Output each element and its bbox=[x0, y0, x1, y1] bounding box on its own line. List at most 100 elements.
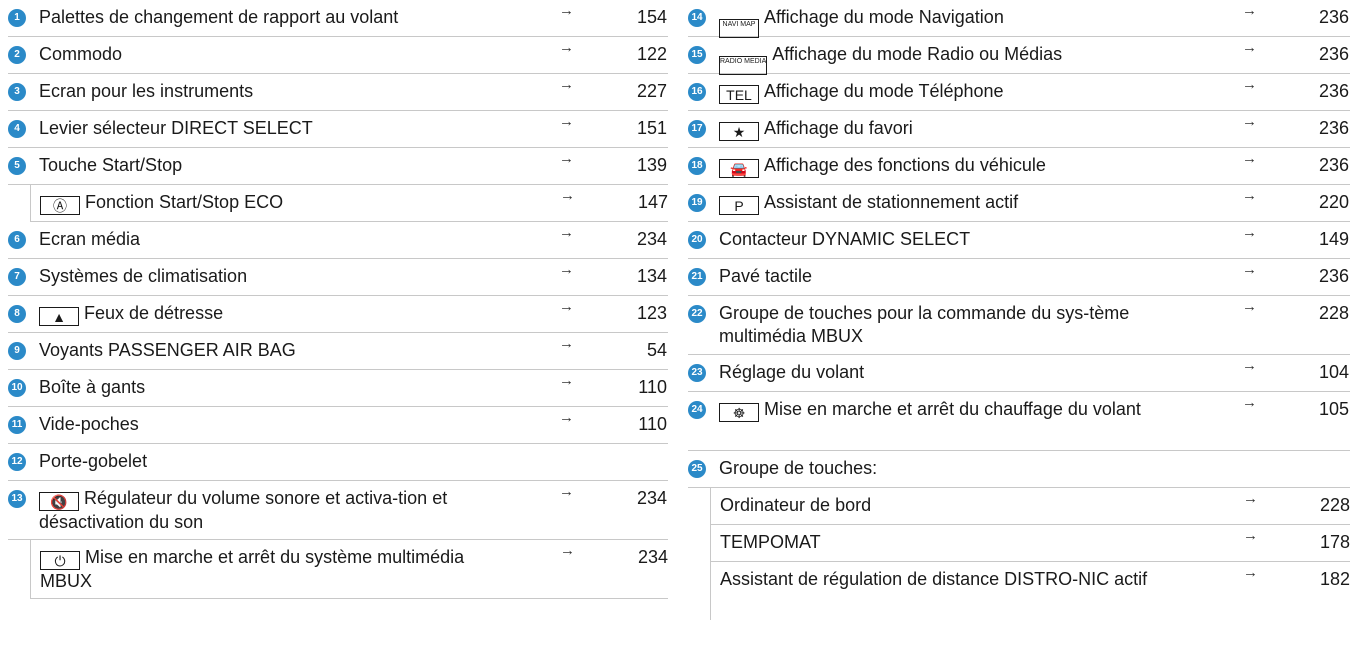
page-reference[interactable]: 110 bbox=[627, 413, 667, 436]
favorite-star-icon: ★ bbox=[719, 122, 759, 141]
radio-media-icon: RADIO MEDIA bbox=[719, 56, 768, 75]
index-row-13-sub: ⏻ Mise en marche et arrêt du système mult… bbox=[30, 540, 668, 599]
page-reference[interactable]: 122 bbox=[627, 43, 667, 66]
callout-number: 8 bbox=[8, 305, 26, 323]
index-row-23: 23 Réglage du volant → 104 bbox=[688, 355, 1350, 392]
page-reference[interactable]: 228 bbox=[1310, 494, 1350, 517]
page-reference[interactable]: 139 bbox=[627, 154, 667, 177]
index-label: TEMPOMAT bbox=[720, 532, 821, 552]
page-reference[interactable]: 182 bbox=[1310, 568, 1350, 591]
callout-number: 3 bbox=[8, 83, 26, 101]
index-row-16: 16 TEL Affichage du mode Téléphone → 236 bbox=[688, 74, 1350, 111]
page-reference[interactable]: 110 bbox=[627, 376, 667, 399]
index-row-25-sub-1: Ordinateur de bord → 228 bbox=[710, 488, 1350, 525]
index-row-10: 10 Boîte à gants → 110 bbox=[8, 370, 668, 407]
page-reference[interactable]: 234 bbox=[627, 487, 667, 510]
index-row-9: 9 Voyants PASSENGER AIR BAG → 54 bbox=[8, 333, 668, 370]
index-label: Vide-poches bbox=[39, 414, 139, 434]
index-row-1: 1 Palettes de changement de rapport au v… bbox=[8, 0, 668, 37]
power-icon: ⏻ bbox=[40, 551, 80, 570]
index-row-15: 15 RADIO MEDIA Affichage du mode Radio ou… bbox=[688, 37, 1350, 75]
arrow-icon: → bbox=[559, 39, 574, 56]
page-reference[interactable]: 236 bbox=[1309, 43, 1349, 66]
page-reference[interactable]: 220 bbox=[1309, 191, 1349, 214]
page-reference[interactable]: 105 bbox=[1309, 398, 1349, 421]
index-label: Porte-gobelet bbox=[39, 451, 148, 471]
index-label: Commodo bbox=[39, 44, 123, 64]
page-reference[interactable]: 234 bbox=[627, 228, 667, 251]
index-row-14: 14 NAVI MAP Affichage du mode Navigation … bbox=[688, 0, 1350, 38]
page-reference[interactable]: 236 bbox=[1309, 80, 1349, 103]
arrow-icon: → bbox=[1243, 527, 1258, 544]
arrow-icon: → bbox=[1242, 187, 1257, 204]
index-label-text: Régulateur du volume sonore et activa-ti… bbox=[39, 488, 448, 532]
index-label: Ecran pour les instruments bbox=[39, 81, 254, 101]
index-row-11: 11 Vide-poches → 110 bbox=[8, 407, 668, 444]
arrow-icon: → bbox=[559, 409, 574, 426]
callout-number: 20 bbox=[688, 231, 706, 249]
arrow-icon: → bbox=[1242, 298, 1257, 315]
callout-number: 1 bbox=[8, 9, 26, 27]
callout-number: 12 bbox=[8, 453, 26, 471]
hazard-warning-icon: ▲ bbox=[39, 307, 79, 326]
arrow-icon: → bbox=[559, 261, 574, 278]
page-reference[interactable]: 147 bbox=[628, 191, 668, 214]
arrow-icon: → bbox=[560, 542, 575, 559]
callout-number: 21 bbox=[688, 268, 706, 286]
page-reference[interactable]: 123 bbox=[627, 302, 667, 325]
callout-number: 15 bbox=[688, 46, 706, 64]
callout-number: 18 bbox=[688, 157, 706, 175]
index-row-8: 8 ▲ Feux de détresse → 123 bbox=[8, 296, 668, 333]
arrow-icon: → bbox=[1242, 76, 1257, 93]
callout-number: 4 bbox=[8, 120, 26, 138]
page-reference[interactable]: 134 bbox=[627, 265, 667, 288]
index-label: Groupe de touches pour la commande du sy… bbox=[719, 303, 1130, 346]
index-label: RADIO MEDIA Affichage du mode Radio ou Mé… bbox=[719, 43, 1189, 75]
index-label: Voyants PASSENGER AIR BAG bbox=[39, 340, 296, 360]
page-reference[interactable]: 236 bbox=[1309, 117, 1349, 140]
page-reference[interactable]: 234 bbox=[628, 546, 668, 569]
page-reference[interactable]: 228 bbox=[1309, 302, 1349, 325]
index-row-24: 24 ☸ Mise en marche et arrêt du chauffage… bbox=[688, 392, 1350, 451]
eco-start-stop-icon: Ⓐ bbox=[40, 196, 80, 215]
callout-number: 6 bbox=[8, 231, 26, 249]
callout-number: 17 bbox=[688, 120, 706, 138]
page-reference[interactable]: 54 bbox=[627, 339, 667, 362]
index-label-text: Mise en marche et arrêt du système multi… bbox=[40, 547, 465, 591]
index-label: Levier sélecteur DIRECT SELECT bbox=[39, 118, 313, 138]
callout-number: 24 bbox=[688, 401, 706, 419]
callout-number: 22 bbox=[688, 305, 706, 323]
page-reference[interactable]: 149 bbox=[1309, 228, 1349, 251]
index-label: Ⓐ Fonction Start/Stop ECO bbox=[40, 191, 510, 215]
index-label: ☸ Mise en marche et arrêt du chauffage du… bbox=[719, 398, 1189, 422]
index-label: Touche Start/Stop bbox=[39, 155, 183, 175]
arrow-icon: → bbox=[559, 2, 574, 19]
index-row-25-sub-2: TEMPOMAT → 178 bbox=[710, 525, 1350, 562]
index-row-3: 3 Ecran pour les instruments → 227 bbox=[8, 74, 668, 111]
page-reference[interactable]: 178 bbox=[1310, 531, 1350, 554]
page-reference[interactable]: 104 bbox=[1309, 361, 1349, 384]
index-label: ★ Affichage du favori bbox=[719, 117, 1189, 141]
parking-assist-icon: P bbox=[719, 196, 759, 215]
page-reference[interactable]: 151 bbox=[627, 117, 667, 140]
arrow-icon: → bbox=[559, 76, 574, 93]
index-row-5: 5 Touche Start/Stop → 139 bbox=[8, 148, 668, 185]
index-row-18: 18 🚘 Affichage des fonctions du véhicule … bbox=[688, 148, 1350, 185]
callout-number: 16 bbox=[688, 83, 706, 101]
index-label: P Assistant de stationnement actif bbox=[719, 191, 1189, 215]
index-row-19: 19 P Assistant de stationnement actif → 2… bbox=[688, 185, 1350, 222]
page-reference[interactable]: 236 bbox=[1309, 154, 1349, 177]
page-reference[interactable]: 236 bbox=[1309, 6, 1349, 29]
index-label-text: Fonction Start/Stop ECO bbox=[85, 192, 284, 212]
index-label: NAVI MAP Affichage du mode Navigation bbox=[719, 6, 1189, 38]
arrow-icon: → bbox=[559, 113, 574, 130]
page-reference[interactable]: 236 bbox=[1309, 265, 1349, 288]
arrow-icon: → bbox=[559, 298, 574, 315]
index-row-2: 2 Commodo → 122 bbox=[8, 37, 668, 74]
index-label: Contacteur DYNAMIC SELECT bbox=[719, 229, 971, 249]
arrow-icon: → bbox=[559, 335, 574, 352]
index-label: ▲ Feux de détresse bbox=[39, 302, 509, 326]
right-index-column: 14 NAVI MAP Affichage du mode Navigation … bbox=[688, 0, 1350, 620]
page-reference[interactable]: 227 bbox=[627, 80, 667, 103]
page-reference[interactable]: 154 bbox=[627, 6, 667, 29]
